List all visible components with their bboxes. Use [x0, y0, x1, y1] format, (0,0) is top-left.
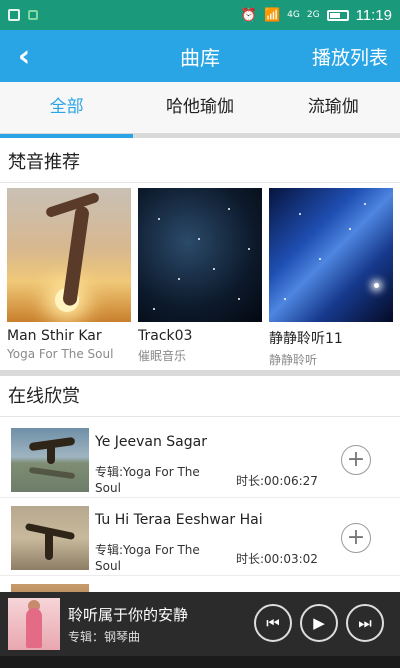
next-icon[interactable]: ⏭	[346, 604, 384, 642]
tab-all[interactable]: 全部	[0, 82, 134, 138]
list-item[interactable]: Tu Hi Teraa Eeshwar Hai 专辑:Yoga For The …	[0, 498, 400, 576]
online-section-title: 在线欣赏	[0, 377, 400, 417]
card-subtitle: Yoga For The Soul	[7, 347, 114, 361]
now-playing-cover	[8, 598, 60, 650]
recommend-section-title: 梵音推荐	[0, 143, 400, 183]
track-album: 专辑:Yoga For The Soul	[95, 465, 200, 495]
play-icon[interactable]: ▶	[300, 604, 338, 642]
recommend-card[interactable]: Track03 催眠音乐	[138, 188, 262, 368]
card-subtitle: 静静聆听	[269, 353, 318, 367]
track-name: Ye Jeevan Sagar	[95, 434, 207, 450]
clock: 11:19	[355, 6, 392, 24]
recommend-cards: Man Sthir Kar Yoga For The Soul Track03 …	[0, 188, 400, 368]
add-to-playlist-button[interactable]: +	[341, 523, 371, 553]
album-cover	[269, 188, 393, 322]
previous-icon[interactable]: ⏮	[254, 604, 292, 642]
signal-4g-icon: 4G	[287, 9, 300, 20]
wifi-icon: 📶	[263, 7, 281, 23]
app-header: ‹ 曲库 播放列表	[0, 30, 400, 82]
list-item[interactable]: Ye Jeevan Sagar 专辑:Yoga For The Soul 时长:…	[0, 420, 400, 498]
card-title: Track03	[138, 328, 193, 344]
tab-hatha-yoga[interactable]: 哈他瑜伽	[133, 82, 266, 133]
track-thumbnail	[11, 428, 89, 492]
signal-2g-icon: 2G	[306, 9, 320, 20]
mini-player[interactable]: 聆听属于你的安静 专辑：钢琴曲 ⏮ ▶ ⏭	[0, 592, 400, 656]
recommend-card[interactable]: 静静聆听11 静静聆听	[269, 188, 393, 368]
navigation-bar	[0, 656, 400, 668]
gallery-icon	[8, 9, 20, 21]
tab-flow-yoga[interactable]: 流瑜伽	[267, 82, 400, 133]
track-duration: 时长:00:06:27	[236, 474, 318, 488]
card-subtitle: 催眠音乐	[138, 349, 187, 363]
track-name: Tu Hi Teraa Eeshwar Hai	[95, 512, 263, 528]
now-playing-album: 专辑：钢琴曲	[68, 630, 141, 644]
playlist-button[interactable]: 播放列表	[312, 43, 400, 70]
album-cover	[138, 188, 262, 322]
card-title: 静静聆听11	[269, 331, 343, 347]
category-tabs: 全部 哈他瑜伽 流瑜伽	[0, 82, 400, 138]
card-title: Man Sthir Kar	[7, 328, 102, 344]
back-icon[interactable]: ‹	[0, 30, 48, 82]
album-cover	[7, 188, 131, 322]
notification-icon	[28, 10, 38, 20]
status-bar: ⏰ 📶 4G 2G 11:19	[0, 0, 400, 30]
alarm-icon: ⏰	[240, 7, 257, 23]
track-album: 专辑:Yoga For The Soul	[95, 543, 200, 573]
add-to-playlist-button[interactable]: +	[341, 445, 371, 475]
track-thumbnail	[11, 506, 89, 570]
now-playing-title: 聆听属于你的安静	[68, 606, 189, 624]
battery-icon	[326, 9, 349, 21]
section-divider	[0, 370, 400, 376]
recommend-card[interactable]: Man Sthir Kar Yoga For The Soul	[7, 188, 131, 368]
track-duration: 时长:00:03:02	[236, 552, 318, 566]
